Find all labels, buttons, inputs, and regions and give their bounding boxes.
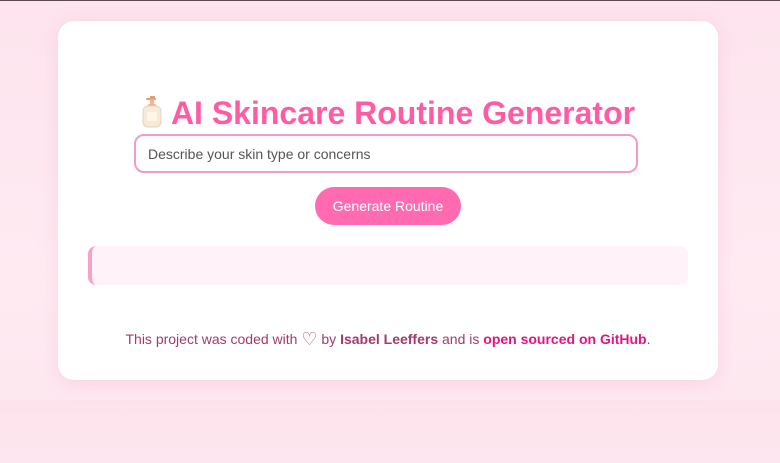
page-title-text: AI Skincare Routine Generator	[170, 95, 636, 131]
footer-middle: and is	[442, 331, 480, 347]
main-card: AI Skincare Routine Generator Generate R…	[58, 21, 718, 380]
page-background-band	[0, 400, 780, 463]
skin-description-input[interactable]	[134, 134, 638, 173]
routine-result-box	[88, 246, 688, 285]
github-link[interactable]: open sourced on GitHub	[483, 331, 646, 347]
footer: This project was coded with ♡ by Isabel …	[58, 329, 718, 349]
footer-by: by	[321, 331, 337, 347]
lotion-bottle-icon	[141, 96, 163, 137]
author-link[interactable]: Isabel Leeffers	[340, 331, 438, 347]
page-title: AI Skincare Routine Generator	[58, 93, 718, 137]
footer-prefix: This project was coded with	[125, 331, 298, 347]
footer-suffix: .	[646, 331, 651, 347]
heart-icon: ♡	[301, 329, 318, 349]
window-top-edge	[0, 0, 780, 1]
generate-routine-button[interactable]: Generate Routine	[315, 187, 461, 225]
